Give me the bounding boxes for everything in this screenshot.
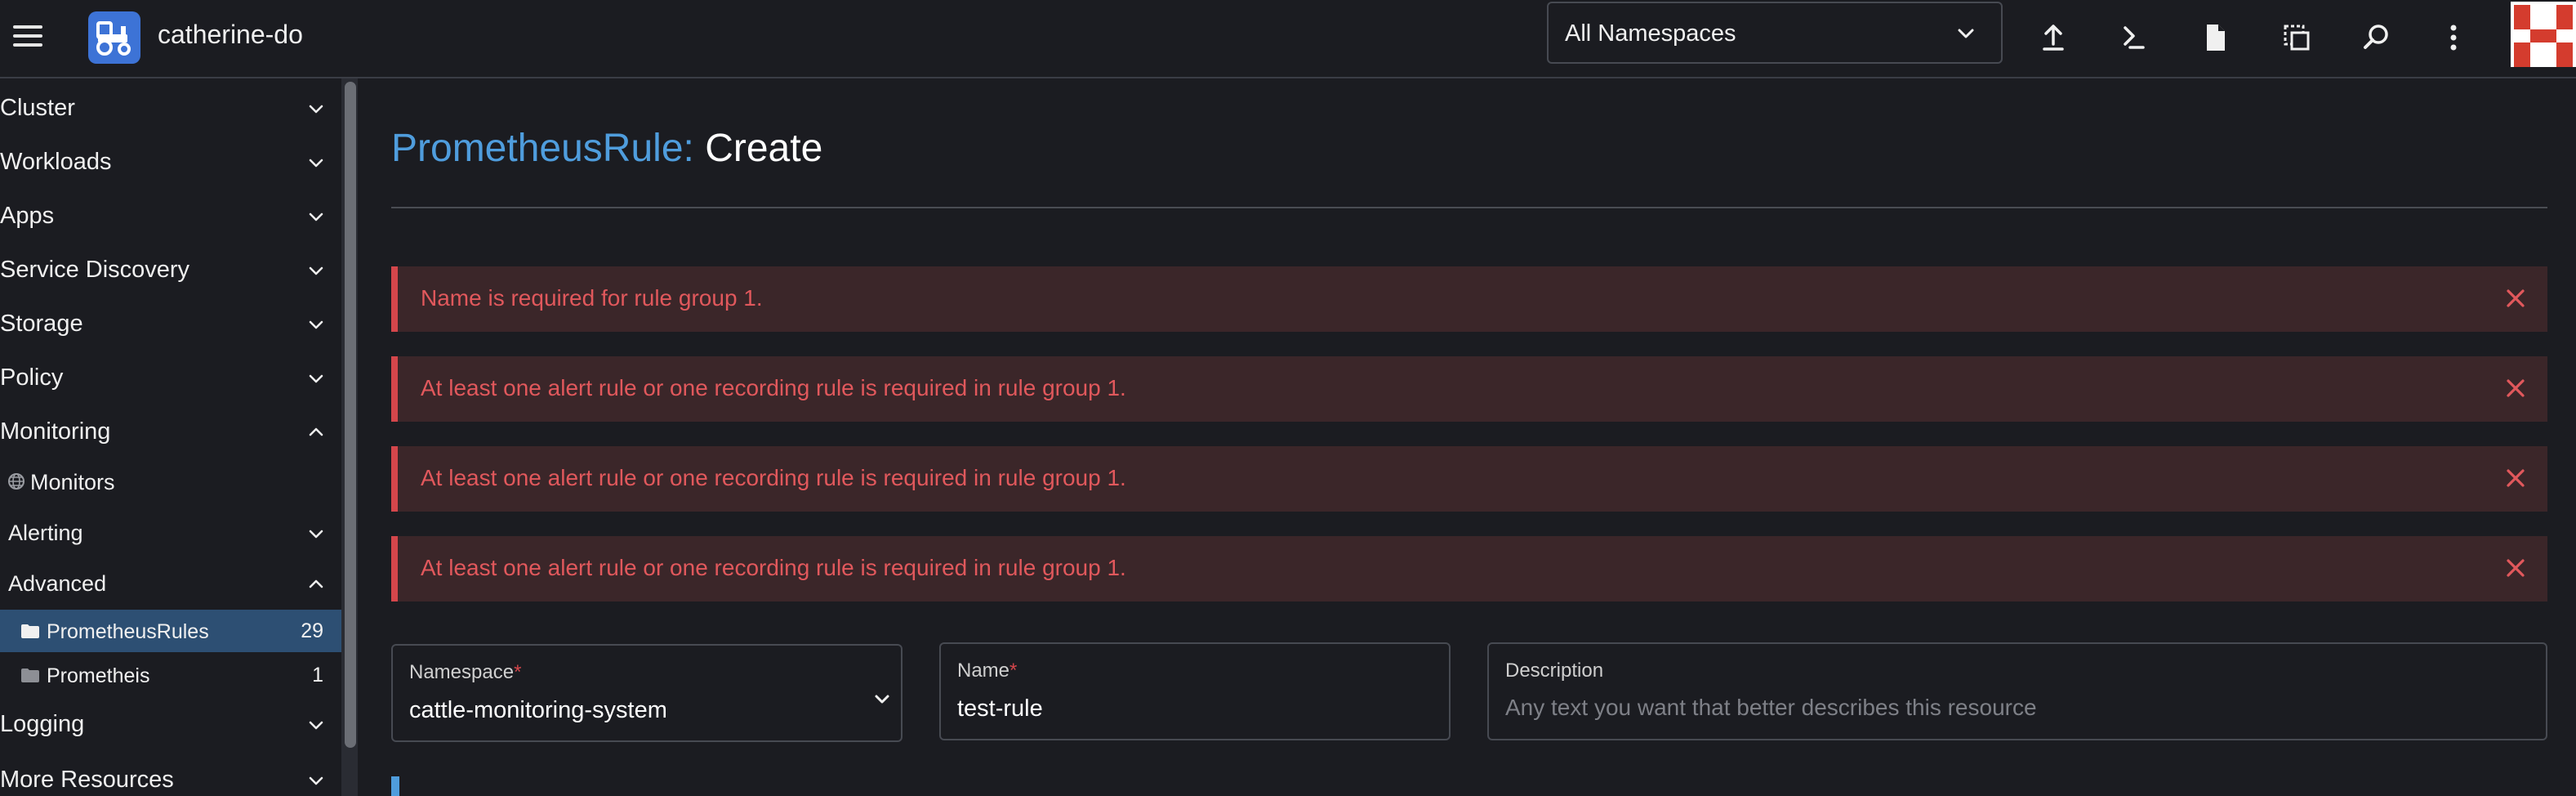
sidebar-item-label: More Resources bbox=[0, 767, 174, 793]
more-vert-icon[interactable] bbox=[2431, 15, 2476, 60]
cluster-name[interactable]: catherine-do bbox=[158, 18, 303, 51]
search-icon[interactable] bbox=[2354, 15, 2400, 60]
namespace-label: Namespace* bbox=[409, 661, 522, 683]
folder-icon bbox=[21, 624, 39, 638]
chevron-down-icon bbox=[309, 776, 323, 785]
sidebar-scrollbar-thumb[interactable] bbox=[345, 82, 356, 748]
sidebar-item-label: Advanced bbox=[8, 571, 107, 596]
sidebar-item-cluster[interactable]: Cluster bbox=[0, 85, 341, 131]
sidebar-item-monitoring[interactable]: Monitoring bbox=[0, 409, 341, 454]
description-input[interactable] bbox=[1505, 691, 2529, 724]
resource-count-badge: 29 bbox=[301, 619, 323, 642]
sidebar-item-advanced[interactable]: Advanced bbox=[0, 561, 341, 606]
hamburger-menu-icon[interactable] bbox=[11, 20, 44, 53]
chevron-down-icon bbox=[309, 374, 323, 383]
name-field[interactable]: Name* test-rule bbox=[939, 642, 1451, 740]
sidebar-item-prometheis[interactable]: Prometheis 1 bbox=[0, 654, 341, 696]
sidebar-item-label: Cluster bbox=[0, 95, 75, 121]
folder-icon bbox=[21, 669, 39, 682]
user-avatar[interactable] bbox=[2511, 2, 2576, 67]
top-header: catherine-do All Namespaces bbox=[0, 0, 2576, 78]
namespace-select-field[interactable]: Namespace* cattle-monitoring-system bbox=[391, 644, 902, 742]
sidebar-item-label: Alerting bbox=[8, 521, 83, 545]
sidebar-item-workloads[interactable]: Workloads bbox=[0, 139, 341, 185]
sidebar-item-prometheusrules[interactable]: PrometheusRules 29 bbox=[0, 610, 341, 652]
copy-config-icon[interactable] bbox=[2274, 15, 2320, 60]
chevron-down-icon bbox=[309, 721, 323, 730]
title-divider bbox=[391, 207, 2547, 208]
file-icon[interactable] bbox=[2192, 15, 2238, 60]
sidebar-item-label: Service Discovery bbox=[0, 257, 190, 283]
chevron-up-icon bbox=[309, 427, 323, 436]
chevron-down-icon bbox=[1958, 29, 1974, 38]
section-accent-bar bbox=[391, 776, 399, 796]
name-label: Name* bbox=[957, 660, 1018, 682]
chevron-down-icon bbox=[309, 105, 323, 114]
namespace-select-value: All Namespaces bbox=[1565, 20, 1736, 47]
resource-count-badge: 1 bbox=[312, 664, 323, 686]
chevron-down-icon bbox=[875, 695, 889, 704]
page-title: PrometheusRule: Create bbox=[391, 123, 822, 175]
error-banner: At least one alert rule or one recording… bbox=[391, 446, 2547, 512]
error-banner: Name is required for rule group 1. bbox=[391, 266, 2547, 332]
error-message: Name is required for rule group 1. bbox=[421, 285, 763, 311]
namespace-select[interactable]: All Namespaces bbox=[1547, 2, 2003, 64]
sidebar-item-label: Workloads bbox=[0, 149, 112, 175]
name-value: test-rule bbox=[957, 695, 1043, 722]
kubectl-shell-icon[interactable] bbox=[2110, 15, 2156, 60]
error-banner: At least one alert rule or one recording… bbox=[391, 536, 2547, 601]
error-message: At least one alert rule or one recording… bbox=[421, 375, 1126, 400]
sidebar-item-label: Logging bbox=[0, 711, 85, 737]
chevron-down-icon bbox=[309, 320, 323, 329]
globe-icon bbox=[8, 473, 25, 490]
close-icon[interactable] bbox=[2502, 284, 2529, 312]
sidebar-item-label: Prometheis bbox=[47, 664, 150, 687]
sidebar-item-alerting[interactable]: Alerting bbox=[0, 510, 341, 556]
chevron-down-icon bbox=[309, 266, 323, 275]
error-banner: At least one alert rule or one recording… bbox=[391, 356, 2547, 422]
page-title-resource-type[interactable]: PrometheusRule: bbox=[391, 127, 694, 170]
sidebar-item-policy[interactable]: Policy bbox=[0, 355, 341, 400]
error-message: At least one alert rule or one recording… bbox=[421, 465, 1126, 490]
chevron-down-icon bbox=[309, 530, 323, 539]
sidebar-item-label: Policy bbox=[0, 364, 64, 391]
sidebar-item-monitors[interactable]: Monitors bbox=[0, 459, 341, 505]
chevron-down-icon bbox=[309, 159, 323, 168]
sidebar-item-label: Apps bbox=[0, 203, 55, 229]
upload-icon[interactable] bbox=[2030, 15, 2076, 60]
namespace-value: cattle-monitoring-system bbox=[409, 697, 667, 723]
sidebar-item-label: PrometheusRules bbox=[47, 620, 209, 643]
sidebar-item-more-resources[interactable]: More Resources bbox=[0, 757, 341, 796]
close-icon[interactable] bbox=[2502, 374, 2529, 402]
sidebar-item-logging[interactable]: Logging bbox=[0, 701, 341, 747]
description-label: Description bbox=[1505, 660, 1604, 682]
sidebar-item-apps[interactable]: Apps bbox=[0, 193, 341, 239]
page-title-action: Create bbox=[705, 127, 823, 170]
close-icon[interactable] bbox=[2502, 464, 2529, 492]
sidebar-item-label: Monitors bbox=[30, 470, 115, 494]
description-field[interactable]: Description bbox=[1487, 642, 2547, 740]
sidebar-nav: Cluster Workloads Apps Service Discovery… bbox=[0, 78, 358, 796]
sidebar-item-service-discovery[interactable]: Service Discovery bbox=[0, 247, 341, 293]
close-icon[interactable] bbox=[2502, 554, 2529, 582]
sidebar-item-storage[interactable]: Storage bbox=[0, 301, 341, 347]
sidebar-item-label: Monitoring bbox=[0, 418, 111, 445]
chevron-down-icon bbox=[309, 212, 323, 221]
cluster-logo[interactable] bbox=[88, 11, 140, 64]
chevron-up-icon bbox=[309, 579, 323, 588]
sidebar-item-label: Storage bbox=[0, 311, 83, 337]
error-message: At least one alert rule or one recording… bbox=[421, 555, 1126, 580]
